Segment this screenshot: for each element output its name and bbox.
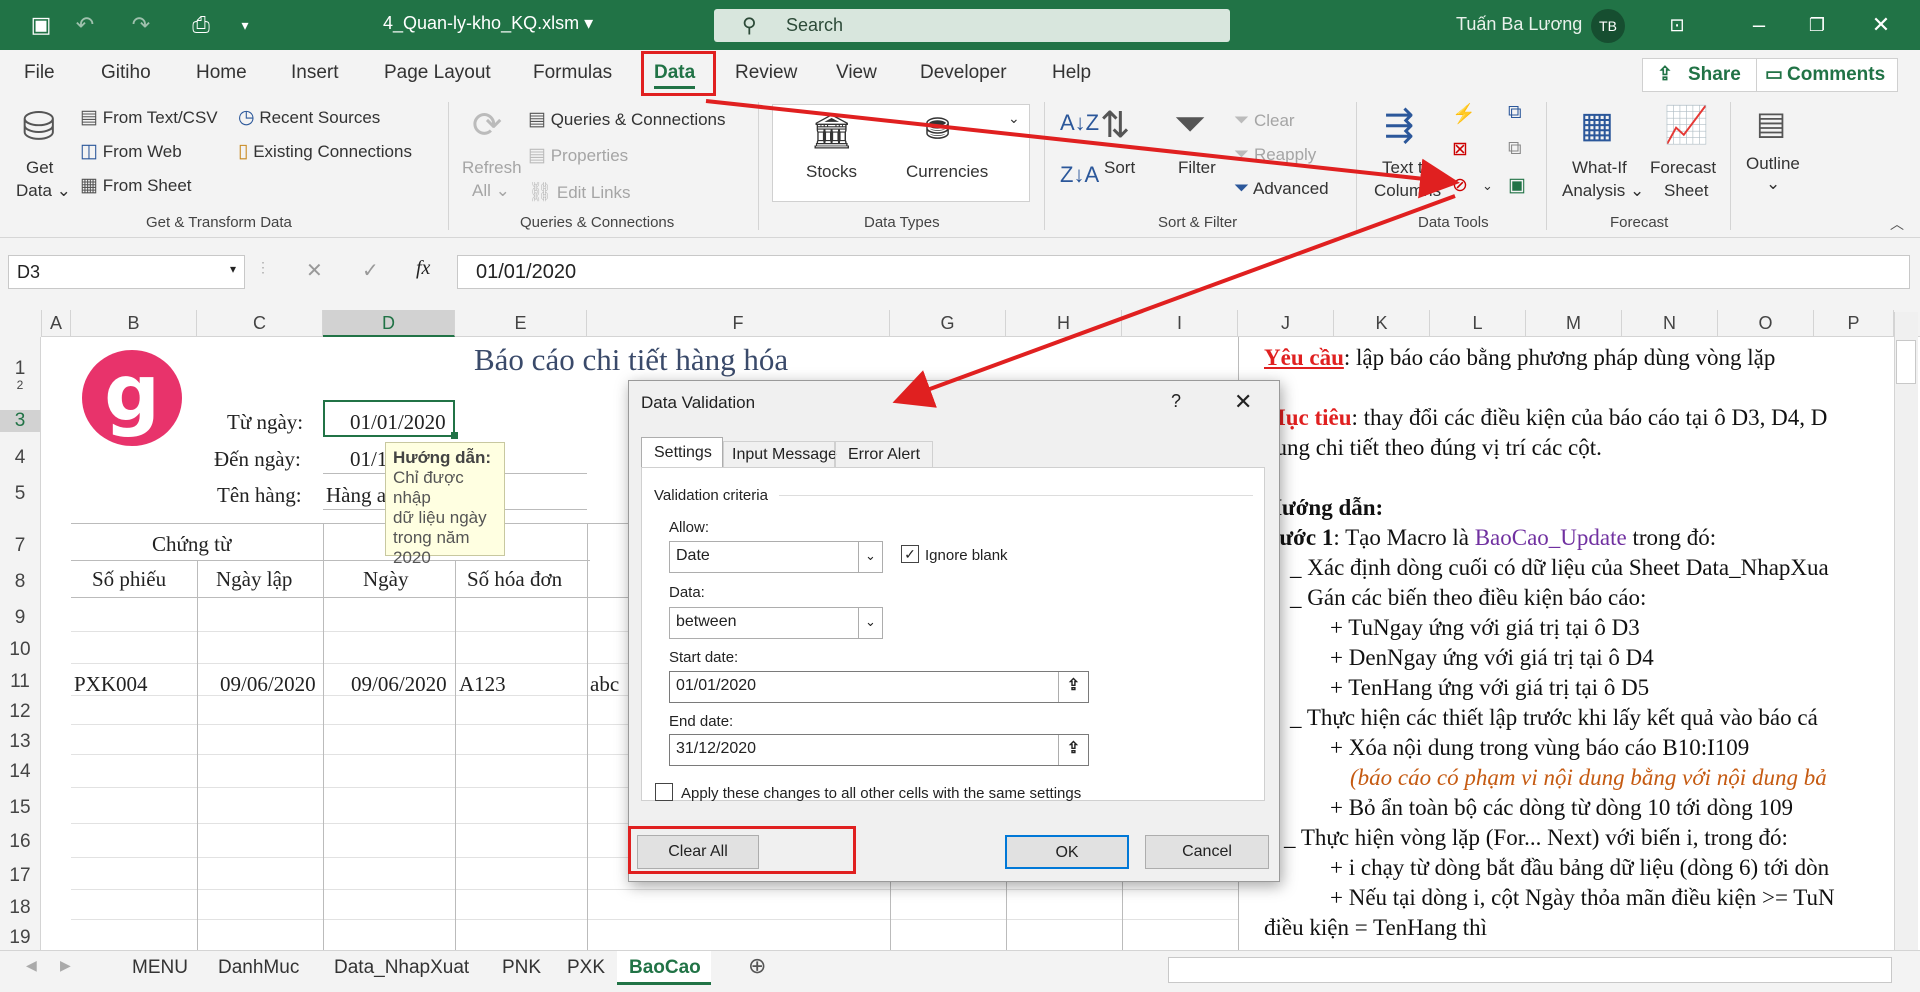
sheet-tab-bar: ◀ ▶ MENU DanhMuc Data_NhapXuat PNK PXK B…: [0, 950, 1920, 992]
sheet-tab-baocao-label: BaoCao: [629, 957, 701, 978]
next-sheet-icon[interactable]: ▶: [60, 957, 71, 974]
sheet-tab-pxk[interactable]: PXK: [567, 957, 605, 979]
add-sheet-icon[interactable]: ⊕: [748, 953, 766, 979]
horizontal-scrollbar[interactable]: [1168, 957, 1892, 983]
sheet-tab-pnk[interactable]: PNK: [502, 957, 541, 979]
sheet-tab-data-nhapxuat[interactable]: Data_NhapXuat: [334, 957, 469, 979]
prev-sheet-icon[interactable]: ◀: [26, 957, 37, 974]
sheet-tab-baocao[interactable]: BaoCao: [617, 951, 711, 985]
sheet-tab-menu[interactable]: MENU: [132, 957, 188, 979]
arrow-to-data-validation: [705, 99, 1460, 199]
sheet-tab-danhmuc[interactable]: DanhMuc: [218, 957, 299, 979]
annotation-arrows: [705, 99, 1460, 408]
arrow-to-dialog: [892, 194, 1456, 408]
